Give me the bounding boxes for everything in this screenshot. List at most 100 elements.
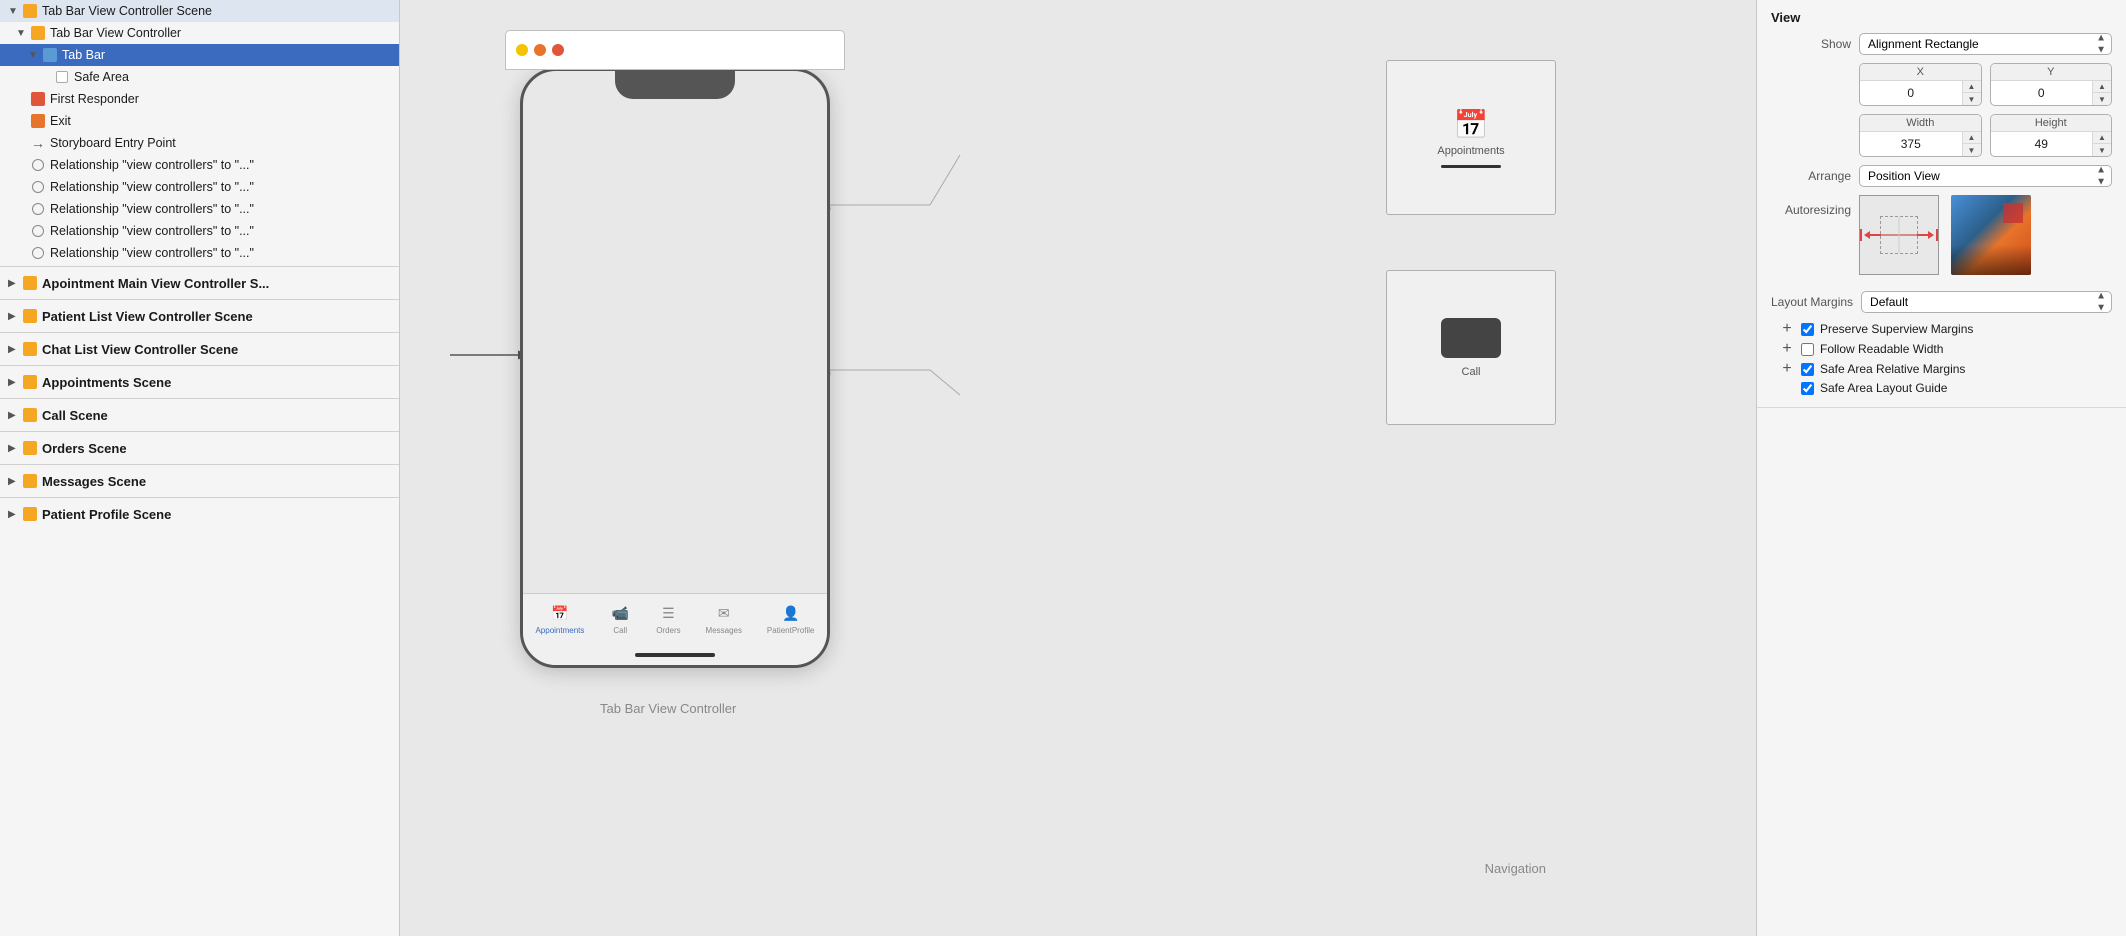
follow-readable-plus[interactable]: + bbox=[1779, 341, 1795, 357]
sidebar-item-label: Tab Bar View Controller Scene bbox=[42, 4, 212, 18]
preserve-superview-plus[interactable]: + bbox=[1779, 321, 1795, 337]
sidebar-item-rel3[interactable]: Relationship "view controllers" to "..." bbox=[0, 198, 399, 220]
safe-area-relative-row: + Safe Area Relative Margins bbox=[1779, 361, 2112, 377]
chevron-right-icon: ▶ bbox=[8, 509, 20, 520]
yellow-box-icon bbox=[22, 308, 38, 324]
sidebar-item-rel2[interactable]: Relationship "view controllers" to "..." bbox=[0, 176, 399, 198]
follow-readable-row: + Follow Readable Width bbox=[1779, 341, 2112, 357]
y-input-row: 0 ▲ ▼ bbox=[1991, 81, 2112, 105]
y-increment[interactable]: ▲ bbox=[2093, 81, 2111, 93]
x-value: 0 bbox=[1860, 83, 1962, 103]
safe-area-relative-label: Safe Area Relative Margins bbox=[1820, 362, 1965, 376]
messages-icon: ✉ bbox=[713, 602, 735, 624]
x-increment[interactable]: ▲ bbox=[1963, 81, 1981, 93]
sidebar-item-rel5[interactable]: Relationship "view controllers" to "..." bbox=[0, 242, 399, 264]
tab-call[interactable]: 📹 Call bbox=[609, 602, 631, 635]
appointments-scene-box[interactable]: 📅 Appointments bbox=[1386, 60, 1556, 215]
width-input-row: 375 ▲ ▼ bbox=[1860, 132, 1981, 156]
tab-label: Messages bbox=[706, 626, 742, 635]
sidebar-item-label: Relationship "view controllers" to "..." bbox=[50, 202, 254, 216]
sidebar-item-rel1[interactable]: Relationship "view controllers" to "..." bbox=[0, 154, 399, 176]
yellow-box-icon bbox=[30, 25, 46, 41]
arrange-select-wrapper: Position View ▲▼ bbox=[1859, 165, 2112, 187]
traffic-light-orange[interactable] bbox=[534, 44, 546, 56]
tab-label: Appointments bbox=[535, 626, 584, 635]
sidebar-item-safe-area[interactable]: Safe Area bbox=[0, 66, 399, 88]
sidebar-item-call-scene[interactable]: ▶ Call Scene bbox=[0, 401, 399, 429]
sidebar-item-label: Call Scene bbox=[42, 408, 108, 423]
sidebar-item-tab-bar-vc[interactable]: ▼ Tab Bar View Controller bbox=[0, 22, 399, 44]
call-icon: 📹 bbox=[609, 602, 631, 624]
circle-icon bbox=[30, 179, 46, 195]
tab-appointments[interactable]: 📅 Appointments bbox=[535, 602, 584, 635]
y-decrement[interactable]: ▼ bbox=[2093, 93, 2111, 105]
width-decrement[interactable]: ▼ bbox=[1963, 144, 1981, 156]
blue-box-icon bbox=[54, 69, 70, 85]
sidebar-item-exit[interactable]: Exit bbox=[0, 110, 399, 132]
show-select[interactable]: Alignment Rectangle bbox=[1859, 33, 2112, 55]
width-stepper[interactable]: ▲ ▼ bbox=[1962, 132, 1981, 156]
traffic-light-red[interactable] bbox=[552, 44, 564, 56]
yellow-box-icon bbox=[22, 3, 38, 19]
arrange-select[interactable]: Position View bbox=[1859, 165, 2112, 187]
sidebar-item-first-responder[interactable]: First Responder bbox=[0, 88, 399, 110]
height-increment[interactable]: ▲ bbox=[2093, 132, 2111, 144]
width-increment[interactable]: ▲ bbox=[1963, 132, 1981, 144]
chevron-right-icon: ▶ bbox=[8, 476, 20, 487]
sidebar-item-messages-scene[interactable]: ▶ Messages Scene bbox=[0, 467, 399, 495]
sidebar-item-label: Relationship "view controllers" to "..." bbox=[50, 224, 254, 238]
safe-area-relative-plus[interactable]: + bbox=[1779, 361, 1795, 377]
height-label: Height bbox=[1991, 115, 2112, 132]
layout-margins-select-wrapper: Default ▲▼ bbox=[1861, 291, 2112, 313]
tab-patient-profile[interactable]: 👤 PatientProfile bbox=[767, 602, 815, 635]
sidebar-item-patient-profile[interactable]: ▶ Patient Profile Scene bbox=[0, 500, 399, 528]
sidebar-item-chat-list[interactable]: ▶ Chat List View Controller Scene bbox=[0, 335, 399, 363]
sidebar-item-label: Safe Area bbox=[74, 70, 129, 84]
tab-label: Orders bbox=[656, 626, 680, 635]
sidebar-item-label: Orders Scene bbox=[42, 441, 127, 456]
right-panel: View Show Alignment Rectangle ▲▼ X 0 ▲ bbox=[1756, 0, 2126, 936]
y-group: Y 0 ▲ ▼ bbox=[1990, 63, 2113, 106]
x-stepper[interactable]: ▲ ▼ bbox=[1962, 81, 1981, 105]
phone-notch bbox=[615, 71, 735, 99]
sidebar-item-patient-list[interactable]: ▶ Patient List View Controller Scene bbox=[0, 302, 399, 330]
sidebar-item-label: Patient Profile Scene bbox=[42, 507, 171, 522]
sidebar-item-rel4[interactable]: Relationship "view controllers" to "..." bbox=[0, 220, 399, 242]
preserve-superview-checkbox[interactable] bbox=[1801, 323, 1814, 336]
tab-label: Call bbox=[613, 626, 627, 635]
y-value: 0 bbox=[1991, 83, 2093, 103]
safe-area-relative-checkbox[interactable] bbox=[1801, 363, 1814, 376]
x-decrement[interactable]: ▼ bbox=[1963, 93, 1981, 105]
sidebar-item-label: Tab Bar View Controller bbox=[50, 26, 181, 40]
sidebar-item-appointment-main[interactable]: ▶ Apointment Main View Controller S... bbox=[0, 269, 399, 297]
sidebar-item-storyboard-entry[interactable]: → Storyboard Entry Point bbox=[0, 132, 399, 154]
x-input-row: 0 ▲ ▼ bbox=[1860, 81, 1981, 105]
tab-messages[interactable]: ✉ Messages bbox=[706, 602, 742, 635]
safe-area-layout-checkbox[interactable] bbox=[1801, 382, 1814, 395]
sidebar-item-tab-bar[interactable]: ▼ Tab Bar bbox=[0, 44, 399, 66]
height-decrement[interactable]: ▼ bbox=[2093, 144, 2111, 156]
traffic-light-yellow[interactable] bbox=[516, 44, 528, 56]
scene-icon-area: 📅 Appointments bbox=[1387, 61, 1555, 214]
canvas-area[interactable]: ⊙ ⊙ 📅 Appointments 📹 Call bbox=[400, 0, 1756, 936]
height-stepper[interactable]: ▲ ▼ bbox=[2092, 132, 2111, 156]
chevron-right-icon: ▶ bbox=[8, 311, 20, 322]
appointments-scene-label: Appointments bbox=[1437, 145, 1504, 157]
navigation-label: Navigation bbox=[1485, 861, 1546, 876]
yellow-box-icon bbox=[22, 374, 38, 390]
y-stepper[interactable]: ▲ ▼ bbox=[2092, 81, 2111, 105]
panel-title: View bbox=[1771, 10, 2112, 25]
call-scene-box[interactable]: Call bbox=[1386, 270, 1556, 425]
phone-tab-bar: 📅 Appointments 📹 Call ☰ Orders ✉ Message… bbox=[523, 593, 827, 665]
layout-margins-select[interactable]: Default bbox=[1861, 291, 2112, 313]
sidebar-item-label: Storyboard Entry Point bbox=[50, 136, 176, 150]
sidebar-item-orders-scene[interactable]: ▶ Orders Scene bbox=[0, 434, 399, 462]
sidebar-item-tab-bar-vc-scene[interactable]: ▼ Tab Bar View Controller Scene bbox=[0, 0, 399, 22]
sidebar-item-label: Exit bbox=[50, 114, 71, 128]
tab-orders[interactable]: ☰ Orders bbox=[656, 602, 680, 635]
sidebar-item-label: Patient List View Controller Scene bbox=[42, 309, 253, 324]
sidebar-item-appointments-scene[interactable]: ▶ Appointments Scene bbox=[0, 368, 399, 396]
appointments-icon: 📅 bbox=[549, 602, 571, 624]
follow-readable-checkbox[interactable] bbox=[1801, 343, 1814, 356]
show-select-wrapper: Alignment Rectangle ▲▼ bbox=[1859, 33, 2112, 55]
